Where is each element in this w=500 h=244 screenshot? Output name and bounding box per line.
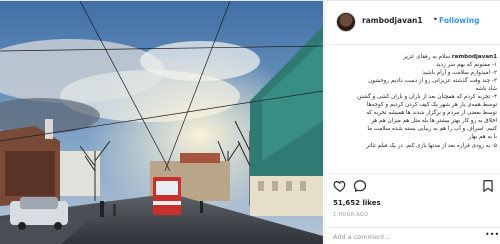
caption-line: توسط همه‌ی یار هر شهر یک کیف کردن کردیم …	[366, 102, 497, 109]
following-button[interactable]: Following	[439, 16, 479, 25]
username-link[interactable]: rambodjavan1	[362, 16, 423, 25]
caption-line: شاد باشه	[475, 86, 497, 93]
avatar[interactable]	[336, 12, 356, 32]
caption-line: ۲- امیدوارم سلامت و آرام باشید	[422, 70, 497, 77]
caption-line: با یه هم بهار	[468, 134, 497, 141]
action-bar	[325, 173, 500, 197]
comment-bar: •••	[325, 227, 500, 244]
caption-username[interactable]: rambodjavan1	[452, 54, 497, 60]
post-header: rambodjavan1 • Following	[325, 1, 500, 45]
caption-line: ۱- ممنونم که بهم سر زدید	[436, 62, 497, 69]
caption-line: ۴- تجربه کردم که همچنان بعد از باران و ب…	[357, 94, 497, 101]
caption-line: اخلاق به رو کار بهتر بیشتر ها بله مثل هم…	[371, 118, 497, 125]
street-scene-image	[0, 1, 323, 244]
caption-line: سلام به رفقای عزیز	[403, 54, 451, 60]
instagram-post: rambodjavan1 • Following rambodjavan1 سل…	[0, 0, 500, 244]
bookmark-icon[interactable]	[481, 179, 495, 193]
more-options-icon[interactable]: •••	[485, 230, 499, 239]
caption-line: ۳- چند وقت گذشته عزیزانی رو از دست دادیم…	[368, 78, 497, 85]
post-caption: rambodjavan1 سلام به رفقای عزیز ۱- ممنون…	[333, 53, 497, 175]
post-sidebar: rambodjavan1 • Following rambodjavan1 سل…	[324, 1, 500, 244]
post-timestamp: 1 HOUR AGO	[333, 212, 369, 218]
caption-line: کنیم. اسراف و آب را هم به زیبایی بسته شد…	[367, 126, 497, 133]
likes-count[interactable]: 51,652 likes	[333, 199, 381, 207]
heart-icon[interactable]	[333, 179, 347, 193]
comment-icon[interactable]	[353, 179, 367, 193]
post-photo[interactable]	[0, 1, 323, 244]
caption-line: ۵- به زودی قراره بعد از مدتها بازی کنم. …	[366, 142, 497, 149]
separator-dot: •	[433, 15, 438, 24]
caption-line: توسط بعضی از مردم و برگزار شدند ها همیشه…	[366, 110, 497, 117]
comment-input[interactable]	[333, 232, 473, 242]
